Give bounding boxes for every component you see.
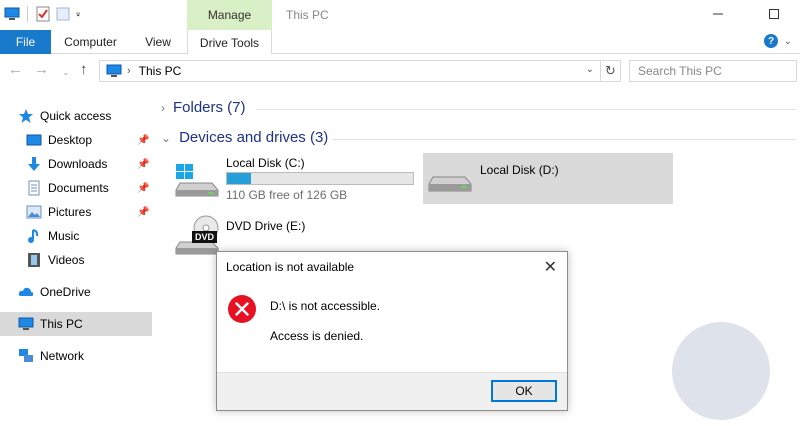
error-icon — [228, 295, 256, 323]
this-pc-icon[interactable] — [4, 6, 20, 22]
address-bar[interactable]: › This PC ⌄ — [99, 60, 601, 82]
close-icon[interactable]: ✕ — [544, 257, 557, 277]
download-arrow-icon — [28, 157, 40, 171]
sidebar-item-label: Quick access — [40, 109, 112, 123]
sidebar-item-desktop[interactable]: Desktop 📌 — [0, 128, 152, 152]
windows-drive-icon — [175, 164, 219, 197]
dialog-message: D:\ is not accessible. — [270, 299, 381, 313]
sidebar-item-label: Music — [48, 229, 80, 243]
sidebar-item-music[interactable]: Music — [0, 224, 152, 248]
recent-locations-chevron-icon[interactable]: ⌄ — [62, 65, 70, 79]
group-header-label: Devices and drives (3) — [179, 129, 329, 146]
search-input[interactable]: Search This PC — [629, 60, 797, 82]
help-icon[interactable]: ? — [764, 34, 778, 48]
tab-file[interactable]: File — [0, 30, 51, 54]
ribbon-tabs: File Computer View Drive Tools ? ⌄ — [0, 30, 800, 55]
drive-d[interactable]: Local Disk (D:) — [423, 153, 673, 204]
sidebar-item-label: Pictures — [48, 205, 92, 219]
desktop-icon — [26, 134, 42, 146]
error-dialog: Location is not available ✕ D:\ is not a… — [216, 251, 568, 411]
sidebar-item-downloads[interactable]: Downloads 📌 — [0, 152, 152, 176]
expand-ribbon-icon[interactable]: ⌄ — [784, 36, 792, 47]
sidebar-item-videos[interactable]: Videos — [0, 248, 152, 272]
sidebar-item-label: Downloads — [48, 157, 108, 171]
dvd-drive-icon: DVD — [175, 215, 219, 255]
chevron-right-icon: › — [161, 100, 165, 115]
star-icon — [19, 109, 33, 123]
pin-icon[interactable]: 📌 — [137, 183, 149, 194]
group-header-folders[interactable]: › Folders (7) — [161, 99, 246, 116]
properties-icon[interactable] — [35, 6, 51, 22]
forward-arrow-icon[interactable]: → — [34, 62, 49, 77]
group-header-devices[interactable]: ⌄ Devices and drives (3) — [161, 129, 328, 146]
pin-icon[interactable]: 📌 — [137, 207, 149, 218]
up-arrow-icon[interactable]: ↑ — [80, 62, 88, 77]
divider — [256, 109, 796, 110]
sidebar-item-label: OneDrive — [40, 285, 91, 299]
group-header-label: Folders (7) — [173, 99, 246, 116]
cloud-icon — [18, 287, 34, 296]
breadcrumb[interactable]: This PC — [139, 64, 182, 78]
this-pc-icon — [18, 317, 34, 330]
film-strip-icon — [28, 253, 40, 267]
sidebar-item-label: Videos — [48, 253, 85, 267]
tab-computer[interactable]: Computer — [51, 30, 130, 54]
window-title: This PC — [286, 8, 329, 22]
dvd-badge: DVD — [195, 232, 215, 242]
sidebar-item-pictures[interactable]: Pictures 📌 — [0, 200, 152, 224]
sidebar-item-label: Network — [40, 349, 85, 363]
sidebar-item-label: Documents — [48, 181, 109, 195]
breadcrumb-chevron-icon[interactable]: › — [127, 65, 131, 77]
ok-button[interactable]: OK — [491, 380, 557, 402]
drive-name: DVD Drive (E:) — [226, 219, 306, 233]
pin-icon[interactable]: 📌 — [137, 135, 149, 146]
drive-usage-fill — [227, 173, 251, 184]
documents-icon — [28, 180, 40, 196]
toolbar-separator — [27, 6, 28, 22]
chevron-down-icon: ⌄ — [161, 130, 172, 145]
this-pc-icon — [106, 64, 122, 77]
title-bar: Manage This PC — [0, 0, 800, 30]
dialog-footer: OK — [217, 372, 567, 410]
address-dropdown-icon[interactable]: ⌄ — [586, 64, 594, 75]
customize-toolbar-icon[interactable] — [75, 6, 85, 22]
sidebar-item-network[interactable]: Network — [0, 344, 152, 368]
drive-c[interactable]: Local Disk (C:) 110 GB free of 126 GB — [170, 153, 420, 203]
tab-view[interactable]: View — [130, 30, 186, 54]
hard-drive-icon — [428, 176, 472, 192]
back-arrow-icon[interactable]: ← — [8, 62, 23, 77]
pin-icon[interactable]: 📌 — [137, 159, 149, 170]
divider — [332, 139, 796, 140]
tab-drive-tools[interactable]: Drive Tools — [187, 30, 272, 55]
sidebar-item-label: This PC — [40, 317, 83, 331]
sidebar-item-quick-access[interactable]: Quick access — [0, 104, 152, 128]
drive-name: Local Disk (D:) — [480, 163, 559, 177]
navigation-pane: Quick access Desktop 📌 Downloads 📌 Docum… — [0, 96, 152, 426]
sidebar-item-onedrive[interactable]: OneDrive — [0, 280, 152, 304]
drive-free-space: 110 GB free of 126 GB — [226, 188, 348, 202]
refresh-icon[interactable]: ↻ — [601, 60, 621, 82]
pictures-icon — [26, 205, 42, 219]
network-icon — [19, 349, 33, 362]
minimize-icon[interactable] — [710, 6, 726, 22]
dialog-detail: Access is denied. — [270, 329, 364, 343]
music-note-icon — [28, 229, 39, 243]
quick-access-toolbar — [4, 6, 85, 22]
drive-name: Local Disk (C:) — [226, 156, 305, 170]
watermark-logo — [672, 322, 770, 420]
manage-context-tab[interactable]: Manage — [187, 0, 272, 30]
sidebar-item-label: Desktop — [48, 133, 93, 147]
new-folder-icon[interactable] — [55, 6, 71, 22]
dialog-title: Location is not available — [226, 260, 355, 274]
sidebar-item-documents[interactable]: Documents 📌 — [0, 176, 152, 200]
sidebar-item-this-pc[interactable]: This PC — [0, 312, 152, 336]
drive-usage-bar — [226, 172, 414, 185]
maximize-icon[interactable] — [766, 6, 782, 22]
